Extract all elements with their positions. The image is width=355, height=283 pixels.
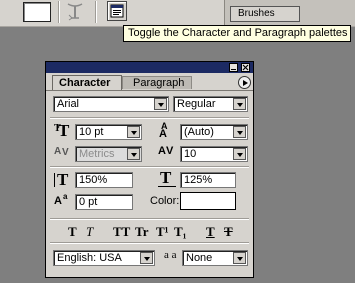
color-label: Color: xyxy=(150,195,180,207)
horizontal-scale-icon: T xyxy=(158,168,178,188)
antialias-value: None xyxy=(186,252,213,264)
play-arrow-icon xyxy=(243,80,248,86)
palette-title-bar[interactable] xyxy=(46,62,253,73)
minimize-icon xyxy=(231,69,236,70)
toggle-palettes-icon xyxy=(110,4,124,18)
all-caps-button[interactable]: TT xyxy=(113,224,130,240)
leading-select[interactable]: (Auto) xyxy=(180,124,248,140)
palette-menu-button[interactable] xyxy=(238,76,251,89)
strikethrough-button[interactable]: T xyxy=(224,224,233,240)
character-palette: Character Paragraph Arial Regular T T 10… xyxy=(45,61,254,278)
faux-bold-button[interactable]: T xyxy=(68,224,77,240)
palette-tabs: Character Paragraph xyxy=(46,73,253,91)
chevron-down-icon[interactable] xyxy=(233,98,246,110)
kerning-select[interactable]: Metrics xyxy=(75,146,142,162)
toggle-palettes-button[interactable] xyxy=(107,1,127,21)
warp-text-icon[interactable] xyxy=(66,1,84,21)
divider xyxy=(50,218,249,219)
toolbar-divider xyxy=(58,1,59,23)
chevron-down-icon[interactable] xyxy=(127,148,140,160)
kerning-value: Metrics xyxy=(79,148,115,160)
tab-paragraph[interactable]: Paragraph xyxy=(122,76,192,89)
chevron-down-icon[interactable] xyxy=(233,252,246,264)
vertical-scale-input[interactable]: 150% xyxy=(75,172,133,188)
subscript-button[interactable]: T₁ xyxy=(174,224,187,240)
antialias-icon: a a xyxy=(164,249,177,261)
leading-value: (Auto) xyxy=(184,126,214,138)
vertical-scale-icon: T xyxy=(54,170,72,189)
toolbar-divider xyxy=(95,1,96,23)
font-size-icon: T T xyxy=(54,121,70,140)
leading-icon: A A xyxy=(159,121,168,140)
close-icon xyxy=(242,64,249,71)
minimize-button[interactable] xyxy=(229,63,238,72)
divider xyxy=(50,166,249,167)
divider xyxy=(50,117,249,118)
chevron-down-icon[interactable] xyxy=(233,148,246,160)
superscript-button[interactable]: T¹ xyxy=(156,224,169,240)
tab-character[interactable]: Character xyxy=(52,75,122,90)
baseline-shift-icon: A a xyxy=(54,192,68,207)
chevron-down-icon[interactable] xyxy=(140,252,153,264)
color-swatch[interactable] xyxy=(23,2,51,22)
tooltip: Toggle the Character and Paragraph palet… xyxy=(123,25,351,42)
faux-italic-button[interactable]: T xyxy=(86,224,93,240)
chevron-down-icon[interactable] xyxy=(154,98,167,110)
language-value: English: USA xyxy=(57,252,122,264)
font-style-value: Regular xyxy=(177,98,216,110)
tracking-select[interactable]: 10 xyxy=(180,146,248,162)
tracking-value: 10 xyxy=(184,148,197,160)
font-size-value: 10 pt xyxy=(79,126,104,138)
font-family-value: Arial xyxy=(57,98,80,110)
divider xyxy=(50,242,249,243)
font-family-select[interactable]: Arial xyxy=(53,96,169,112)
tracking-icon: A V xyxy=(158,145,174,157)
baseline-shift-input[interactable]: 0 pt xyxy=(75,194,133,210)
kerning-icon: A V xyxy=(54,146,69,158)
language-select[interactable]: English: USA xyxy=(53,250,155,266)
text-color-swatch[interactable] xyxy=(180,192,236,210)
close-button[interactable] xyxy=(241,63,250,72)
brushes-tab[interactable]: Brushes xyxy=(230,6,300,22)
chevron-down-icon[interactable] xyxy=(233,126,246,138)
font-size-select[interactable]: 10 pt xyxy=(75,124,142,140)
underline-button[interactable]: T xyxy=(206,224,215,240)
small-caps-button[interactable]: Tr xyxy=(135,224,148,240)
antialias-select[interactable]: None xyxy=(182,250,248,266)
horizontal-scale-input[interactable]: 125% xyxy=(180,172,236,188)
chevron-down-icon[interactable] xyxy=(127,126,140,138)
font-style-select[interactable]: Regular xyxy=(173,96,248,112)
